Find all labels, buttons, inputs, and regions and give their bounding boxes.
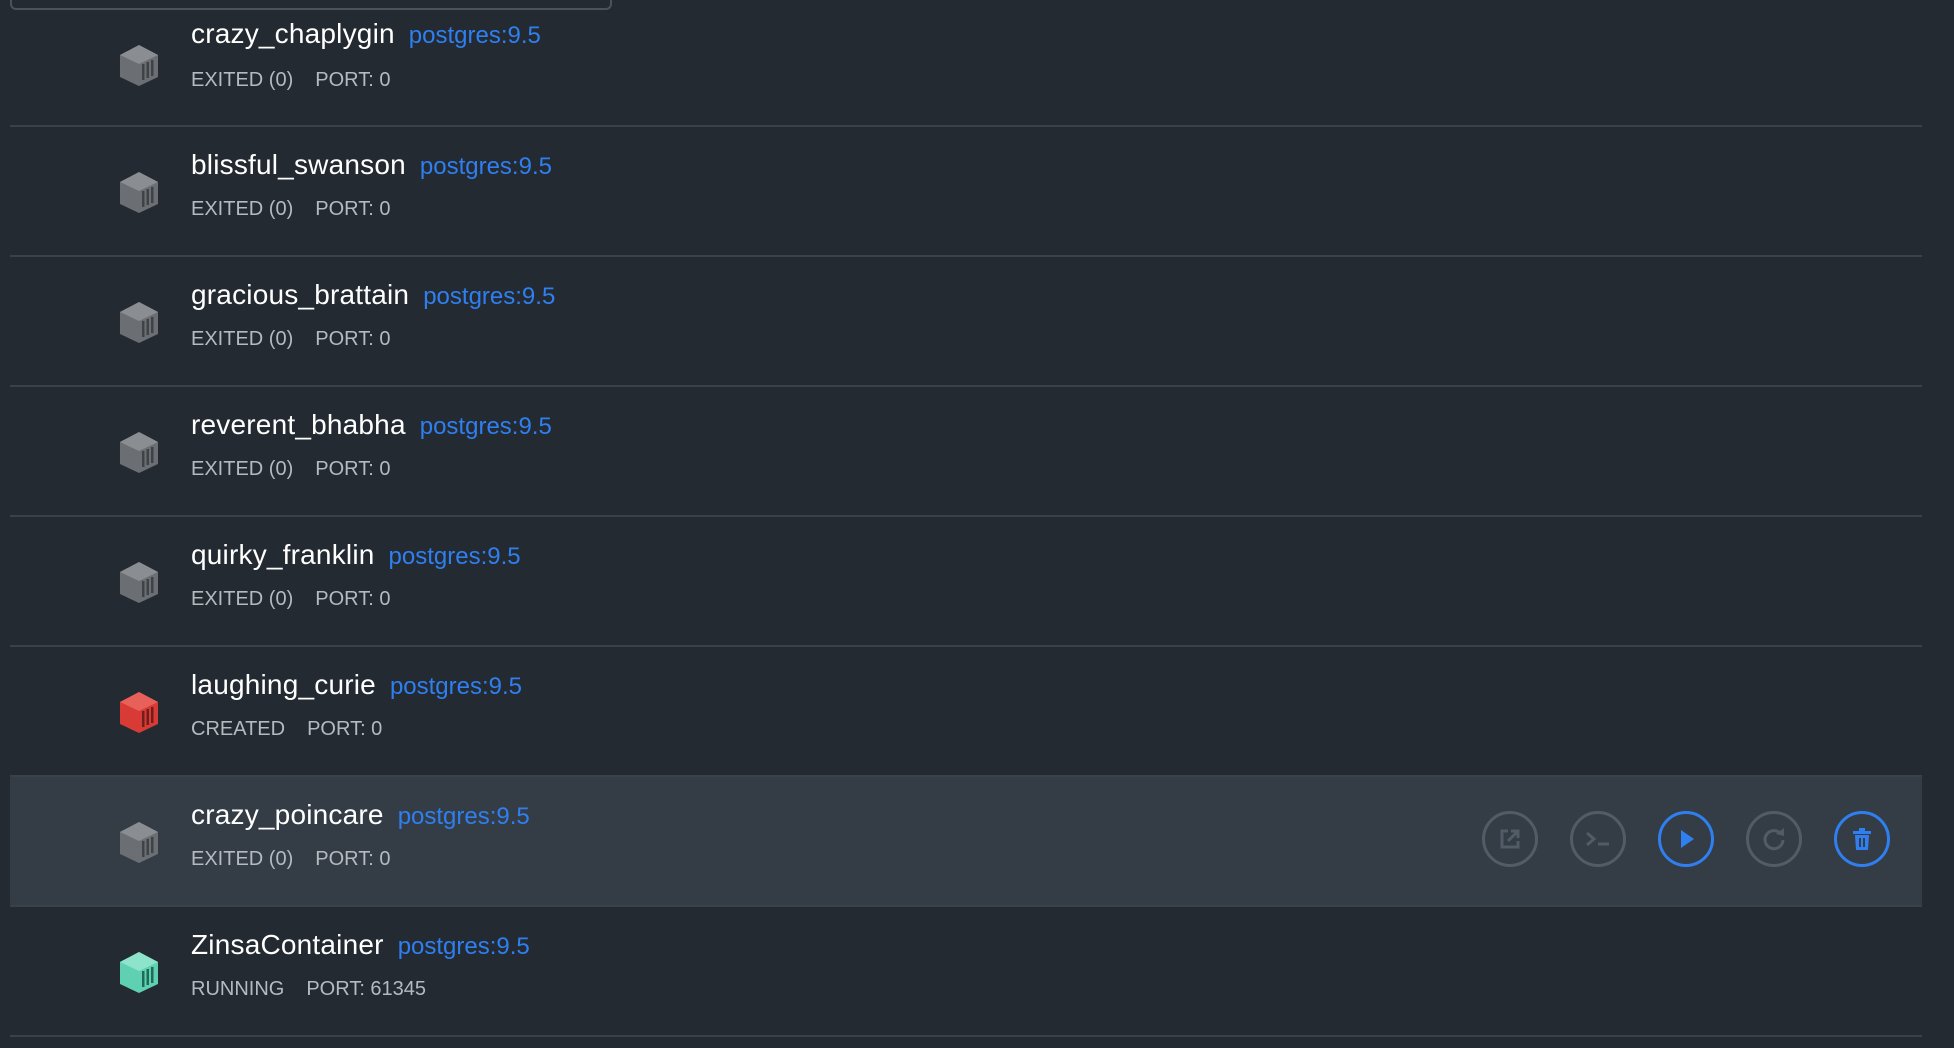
container-port: PORT: 0 [315, 458, 391, 480]
container-row[interactable]: crazy_poincare postgres:9.5 EXITED (0) POR… [10, 777, 1922, 907]
container-row[interactable]: reverent_bhabha postgres:9.5 EXITED (0) PO… [10, 387, 1922, 517]
container-row[interactable]: quirky_franklin postgres:9.5 EXITED (0) PO… [10, 517, 1922, 647]
open-external-icon [1500, 829, 1520, 849]
container-meta: EXITED (0) PORT: 0 [191, 328, 390, 351]
open-in-browser-button[interactable] [1482, 811, 1538, 867]
container-row[interactable]: blissful_swanson postgres:9.5 EXITED (0) P… [10, 127, 1922, 257]
container-status: EXITED (0) [191, 458, 294, 480]
container-title: crazy_poincare postgres:9.5 [191, 799, 530, 831]
container-meta: CREATED PORT: 0 [191, 718, 382, 741]
container-title: gracious_brattain postgres:9.5 [191, 279, 555, 311]
container-image[interactable]: postgres:9.5 [390, 673, 522, 700]
container-status: EXITED (0) [191, 328, 294, 350]
terminal-icon [1586, 831, 1609, 847]
container-status: EXITED (0) [191, 198, 294, 220]
container-title: reverent_bhabha postgres:9.5 [191, 409, 552, 441]
container-image[interactable]: postgres:9.5 [398, 803, 530, 830]
container-name[interactable]: gracious_brattain [191, 279, 409, 310]
container-row[interactable]: ZinsaContainer postgres:9.5 RUNNING PORT: … [10, 907, 1922, 1037]
restart-icon [1763, 828, 1785, 851]
container-exited-icon [120, 302, 158, 343]
container-status: RUNNING [191, 978, 285, 1000]
container-title: crazy_chaplygin postgres:9.5 [191, 18, 541, 50]
container-meta: EXITED (0) PORT: 0 [191, 848, 390, 871]
container-meta: RUNNING PORT: 61345 [191, 978, 426, 1001]
container-exited-icon [120, 44, 158, 86]
container-title: quirky_franklin postgres:9.5 [191, 539, 521, 571]
container-meta: EXITED (0) PORT: 0 [191, 458, 390, 481]
container-name[interactable]: laughing_curie [191, 669, 376, 700]
container-port: PORT: 0 [307, 718, 383, 740]
container-list: crazy_chaplygin postgres:9.5 EXITED (0) PO… [10, 0, 1922, 1037]
row-actions [1482, 811, 1890, 867]
container-image[interactable]: postgres:9.5 [389, 543, 521, 570]
container-port: PORT: 61345 [306, 978, 427, 1000]
container-name[interactable]: crazy_poincare [191, 799, 384, 830]
container-row[interactable]: gracious_brattain postgres:9.5 EXITED (0)… [10, 257, 1922, 387]
container-port: PORT: 0 [315, 848, 391, 870]
play-icon [1681, 830, 1694, 848]
container-status: CREATED [191, 718, 286, 740]
container-name[interactable]: ZinsaContainer [191, 929, 384, 960]
container-status: EXITED (0) [191, 588, 294, 610]
container-created-icon [120, 692, 158, 733]
container-image[interactable]: postgres:9.5 [423, 283, 555, 310]
container-row[interactable]: laughing_curie postgres:9.5 CREATED PORT: … [10, 647, 1922, 777]
container-image[interactable]: postgres:9.5 [398, 933, 530, 960]
container-port: PORT: 0 [315, 69, 391, 91]
container-exited-icon [120, 562, 158, 603]
container-meta: EXITED (0) PORT: 0 [191, 69, 390, 92]
container-image[interactable]: postgres:9.5 [420, 153, 552, 180]
container-status: EXITED (0) [191, 69, 294, 91]
container-status: EXITED (0) [191, 848, 294, 870]
container-exited-icon [120, 432, 158, 473]
container-exited-icon [120, 822, 158, 863]
container-name[interactable]: blissful_swanson [191, 149, 406, 180]
container-port: PORT: 0 [315, 198, 391, 220]
container-title: laughing_curie postgres:9.5 [191, 669, 522, 701]
container-running-icon [120, 952, 158, 993]
start-button[interactable] [1658, 811, 1714, 867]
container-meta: EXITED (0) PORT: 0 [191, 588, 390, 611]
remove-button[interactable] [1834, 811, 1890, 867]
container-port: PORT: 0 [315, 588, 391, 610]
container-port: PORT: 0 [315, 328, 391, 350]
container-meta: EXITED (0) PORT: 0 [191, 198, 390, 221]
container-row[interactable]: crazy_chaplygin postgres:9.5 EXITED (0) PO… [10, 0, 1922, 127]
exec-terminal-button[interactable] [1570, 811, 1626, 867]
container-title: ZinsaContainer postgres:9.5 [191, 929, 530, 961]
container-name[interactable]: crazy_chaplygin [191, 18, 395, 49]
restart-button[interactable] [1746, 811, 1802, 867]
container-name[interactable]: quirky_franklin [191, 539, 375, 570]
container-image[interactable]: postgres:9.5 [409, 22, 541, 49]
container-image[interactable]: postgres:9.5 [420, 413, 552, 440]
container-exited-icon [120, 172, 158, 213]
container-name[interactable]: reverent_bhabha [191, 409, 406, 440]
container-title: blissful_swanson postgres:9.5 [191, 149, 552, 181]
trash-icon [1853, 828, 1871, 850]
